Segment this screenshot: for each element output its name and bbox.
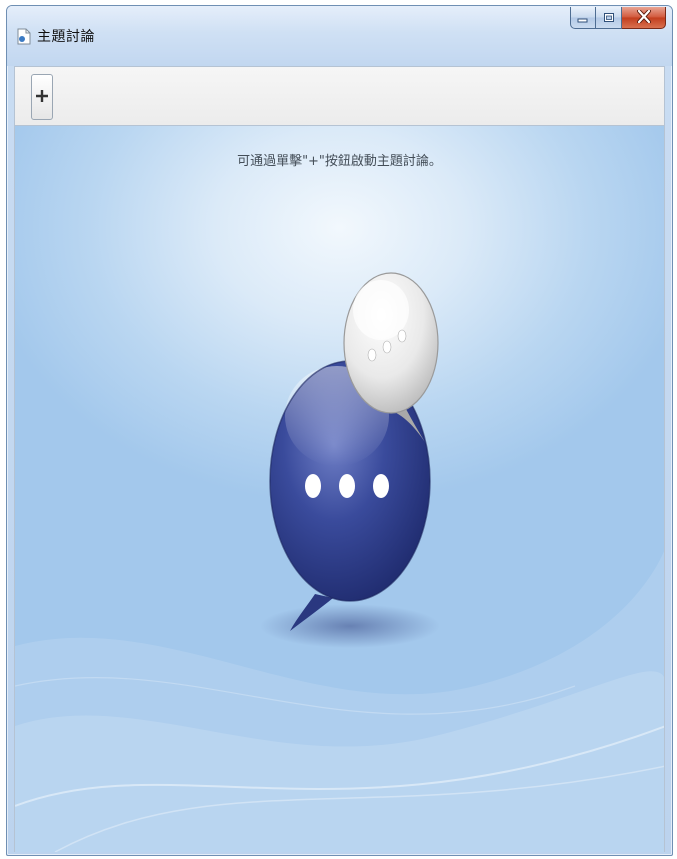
window-title: 主題討論 bbox=[37, 29, 95, 45]
plus-icon bbox=[35, 88, 49, 107]
close-button[interactable] bbox=[622, 7, 666, 29]
toolbar bbox=[14, 66, 665, 126]
minimize-button[interactable] bbox=[570, 7, 596, 29]
maximize-icon bbox=[603, 8, 615, 27]
dot-2 bbox=[339, 474, 355, 498]
window-controls bbox=[570, 7, 666, 29]
close-icon bbox=[636, 8, 651, 27]
title-bar[interactable]: 主題討論 bbox=[7, 6, 672, 66]
discussion-panel: 可通過單擊"+"按鈕啟動主題討論。 bbox=[14, 126, 665, 852]
maximize-button[interactable] bbox=[596, 7, 622, 29]
minimize-icon bbox=[577, 8, 589, 27]
app-window: 主題討論 可通過單擊"+"按鈕啟動主題討論。 bbox=[6, 5, 673, 856]
add-topic-button[interactable] bbox=[31, 74, 53, 120]
chat-bubbles-icon bbox=[260, 272, 440, 648]
app-icon bbox=[17, 28, 31, 45]
dot-1 bbox=[305, 474, 321, 498]
dot-3 bbox=[373, 474, 389, 498]
